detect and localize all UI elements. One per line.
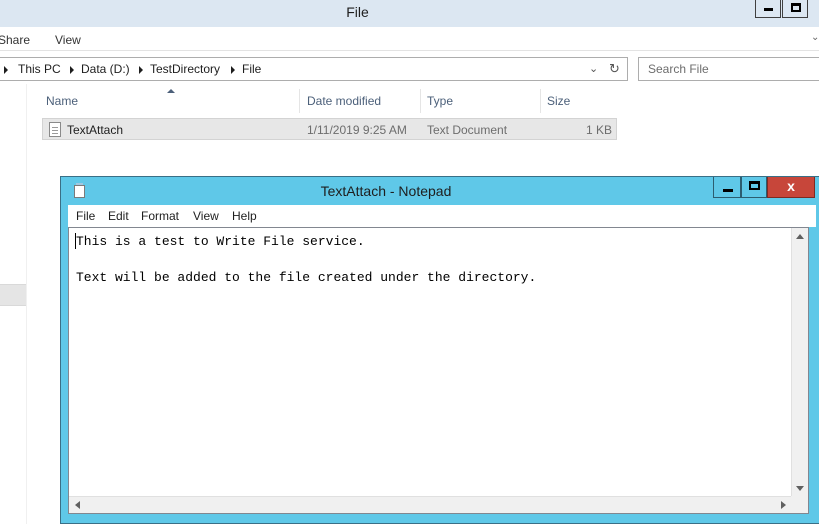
- breadcrumb-data-drive[interactable]: Data (D:): [81, 62, 130, 76]
- search-input[interactable]: Search File: [638, 57, 819, 81]
- horizontal-scrollbar[interactable]: [69, 496, 791, 513]
- chevron-right-icon[interactable]: [231, 66, 235, 74]
- breadcrumb-this-pc[interactable]: This PC: [18, 62, 61, 76]
- file-name: TextAttach: [67, 123, 124, 137]
- text-line: This is a test to Write File service.: [76, 234, 365, 249]
- notepad-minimize-button[interactable]: [713, 177, 741, 198]
- menu-format[interactable]: Format: [141, 209, 179, 223]
- chevron-right-icon[interactable]: [70, 66, 74, 74]
- ribbon-expand-icon[interactable]: ⌄: [811, 32, 819, 43]
- column-header-date-modified[interactable]: Date modified: [301, 89, 421, 113]
- scroll-left-button[interactable]: [69, 497, 86, 514]
- maximize-icon: [791, 3, 801, 12]
- breadcrumb-test-directory[interactable]: TestDirectory: [150, 62, 220, 76]
- column-label: Size: [547, 94, 571, 108]
- notepad-title: TextAttach - Notepad: [320, 183, 452, 199]
- menu-edit[interactable]: Edit: [108, 209, 129, 223]
- notepad-title-bar[interactable]: TextAttach - Notepad x: [61, 177, 819, 205]
- text-line: ​: [76, 251, 536, 269]
- file-date-modified: 1/11/2019 9:25 AM: [307, 123, 407, 137]
- chevron-right-icon: [781, 501, 786, 509]
- minimize-button[interactable]: [755, 0, 781, 18]
- chevron-right-icon[interactable]: [139, 66, 143, 74]
- search-placeholder: Search File: [648, 62, 709, 76]
- notepad-content[interactable]: This is a test to Write File service. ​Te…: [76, 233, 536, 287]
- column-label: Date modified: [307, 94, 382, 108]
- menu-help[interactable]: Help: [232, 209, 257, 223]
- explorer-title: File: [346, 4, 369, 20]
- minimize-icon: [764, 8, 773, 11]
- column-header-name[interactable]: Name: [40, 89, 300, 113]
- text-line: Text will be added to the file created u…: [76, 270, 537, 285]
- maximize-icon: [749, 181, 760, 190]
- file-size: 1 KB: [585, 123, 612, 137]
- ribbon-tabs: Share View ⌄: [0, 27, 819, 51]
- notepad-text-area[interactable]: This is a test to Write File service. ​Te…: [68, 227, 809, 514]
- notepad-menu-bar: File Edit Format View Help: [68, 205, 816, 227]
- chevron-down-icon: [796, 486, 804, 491]
- menu-view[interactable]: View: [193, 209, 219, 223]
- explorer-title-bar: File: [0, 0, 819, 27]
- breadcrumb-file[interactable]: File: [242, 62, 261, 76]
- chevron-down-icon[interactable]: ⌄: [589, 62, 598, 75]
- ribbon-tab-share[interactable]: Share: [0, 33, 30, 47]
- nav-selected-item[interactable]: [0, 284, 26, 306]
- ribbon-tab-view[interactable]: View: [55, 33, 81, 47]
- menu-file[interactable]: File: [76, 209, 95, 223]
- file-row[interactable]: TextAttach 1/11/2019 9:25 AM Text Docume…: [42, 118, 617, 140]
- column-label: Name: [46, 94, 79, 108]
- notepad-window: TextAttach - Notepad x File Edit Format …: [60, 176, 819, 524]
- maximize-button[interactable]: [782, 0, 808, 18]
- scrollbar-corner: [791, 496, 808, 513]
- vertical-scrollbar[interactable]: [791, 228, 808, 497]
- column-header-size[interactable]: Size: [541, 89, 621, 113]
- address-bar[interactable]: This PC Data (D:) TestDirectory File ⌄ ↻: [0, 57, 628, 81]
- minimize-icon: [723, 189, 733, 192]
- chevron-left-icon: [75, 501, 80, 509]
- notepad-close-button[interactable]: x: [767, 177, 815, 198]
- chevron-right-icon[interactable]: [4, 66, 8, 74]
- text-file-icon: [49, 122, 61, 137]
- column-headers: Name Date modified Type Size: [40, 89, 621, 113]
- close-icon: x: [787, 178, 795, 194]
- column-label: Type: [427, 94, 454, 108]
- scroll-up-button[interactable]: [792, 228, 809, 245]
- refresh-icon[interactable]: ↻: [609, 61, 620, 77]
- column-header-type[interactable]: Type: [421, 89, 541, 113]
- file-type: Text Document: [427, 123, 508, 137]
- scroll-down-button[interactable]: [792, 480, 809, 497]
- notepad-maximize-button[interactable]: [741, 177, 767, 198]
- navigation-pane[interactable]: [0, 84, 27, 524]
- chevron-up-icon: [796, 234, 804, 239]
- scroll-right-button[interactable]: [774, 497, 791, 514]
